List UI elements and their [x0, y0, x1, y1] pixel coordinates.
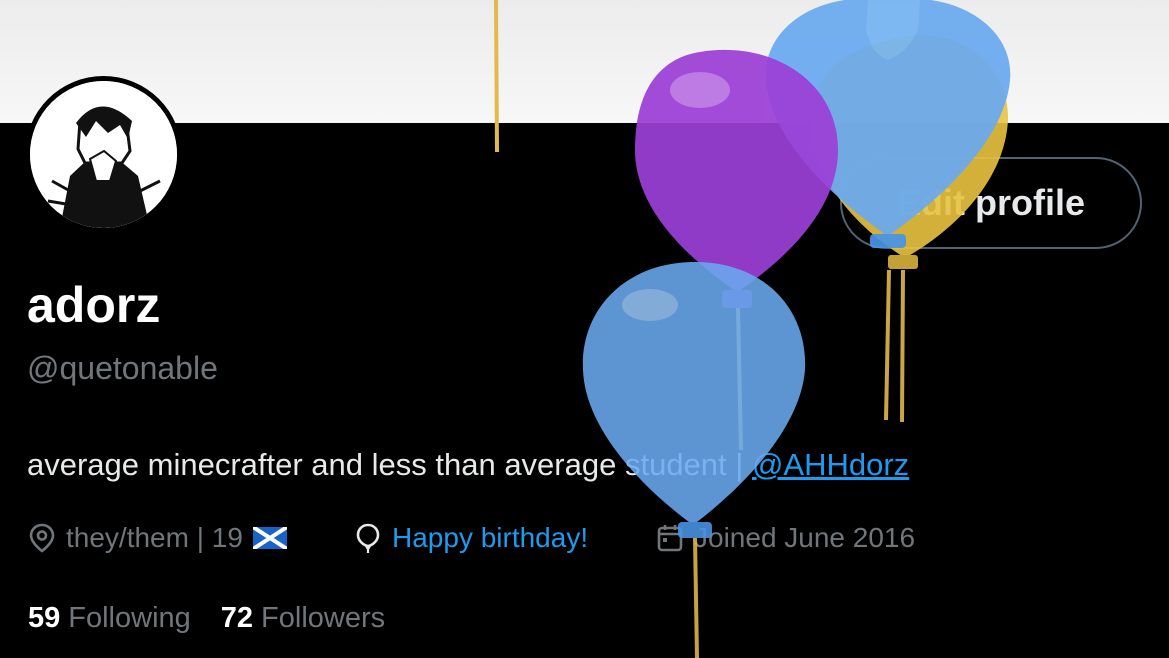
location-pin-icon	[29, 523, 55, 553]
profile-banner[interactable]	[0, 0, 1169, 123]
following-count: 59	[28, 602, 61, 634]
display-name: adorz	[27, 277, 161, 333]
bio-text: average minecrafter and less than averag…	[27, 447, 752, 482]
followers-count: 72	[220, 602, 254, 634]
edit-profile-button[interactable]: Edit profile	[840, 157, 1142, 249]
scotland-flag-icon	[252, 527, 287, 549]
bio-mention-link[interactable]: @AHHdorz	[752, 447, 909, 482]
following-label: Following	[68, 602, 191, 634]
followers-label: Followers	[261, 602, 386, 634]
location-meta: they/them | 19	[28, 519, 297, 557]
follow-stats: 59 Following 72 Followers	[28, 602, 385, 635]
birthday-meta[interactable]: Happy birthday!	[354, 519, 588, 557]
avatar-image	[30, 81, 177, 228]
followers-stat[interactable]: 72 Followers	[221, 602, 385, 635]
user-handle: @quetonable	[27, 350, 218, 386]
following-stat[interactable]: 59 Following	[28, 602, 191, 635]
joined-text: Joined June 2016	[694, 522, 916, 553]
bio: average minecrafter and less than averag…	[27, 447, 909, 483]
avatar[interactable]	[25, 76, 182, 233]
birthday-text[interactable]: Happy birthday!	[392, 522, 588, 554]
edit-profile-label: Edit profile	[897, 182, 1085, 223]
balloon-icon	[356, 523, 380, 553]
joined-meta: Joined June 2016	[656, 519, 915, 557]
location-text: they/them | 19	[66, 522, 243, 553]
calendar-icon	[657, 525, 683, 552]
